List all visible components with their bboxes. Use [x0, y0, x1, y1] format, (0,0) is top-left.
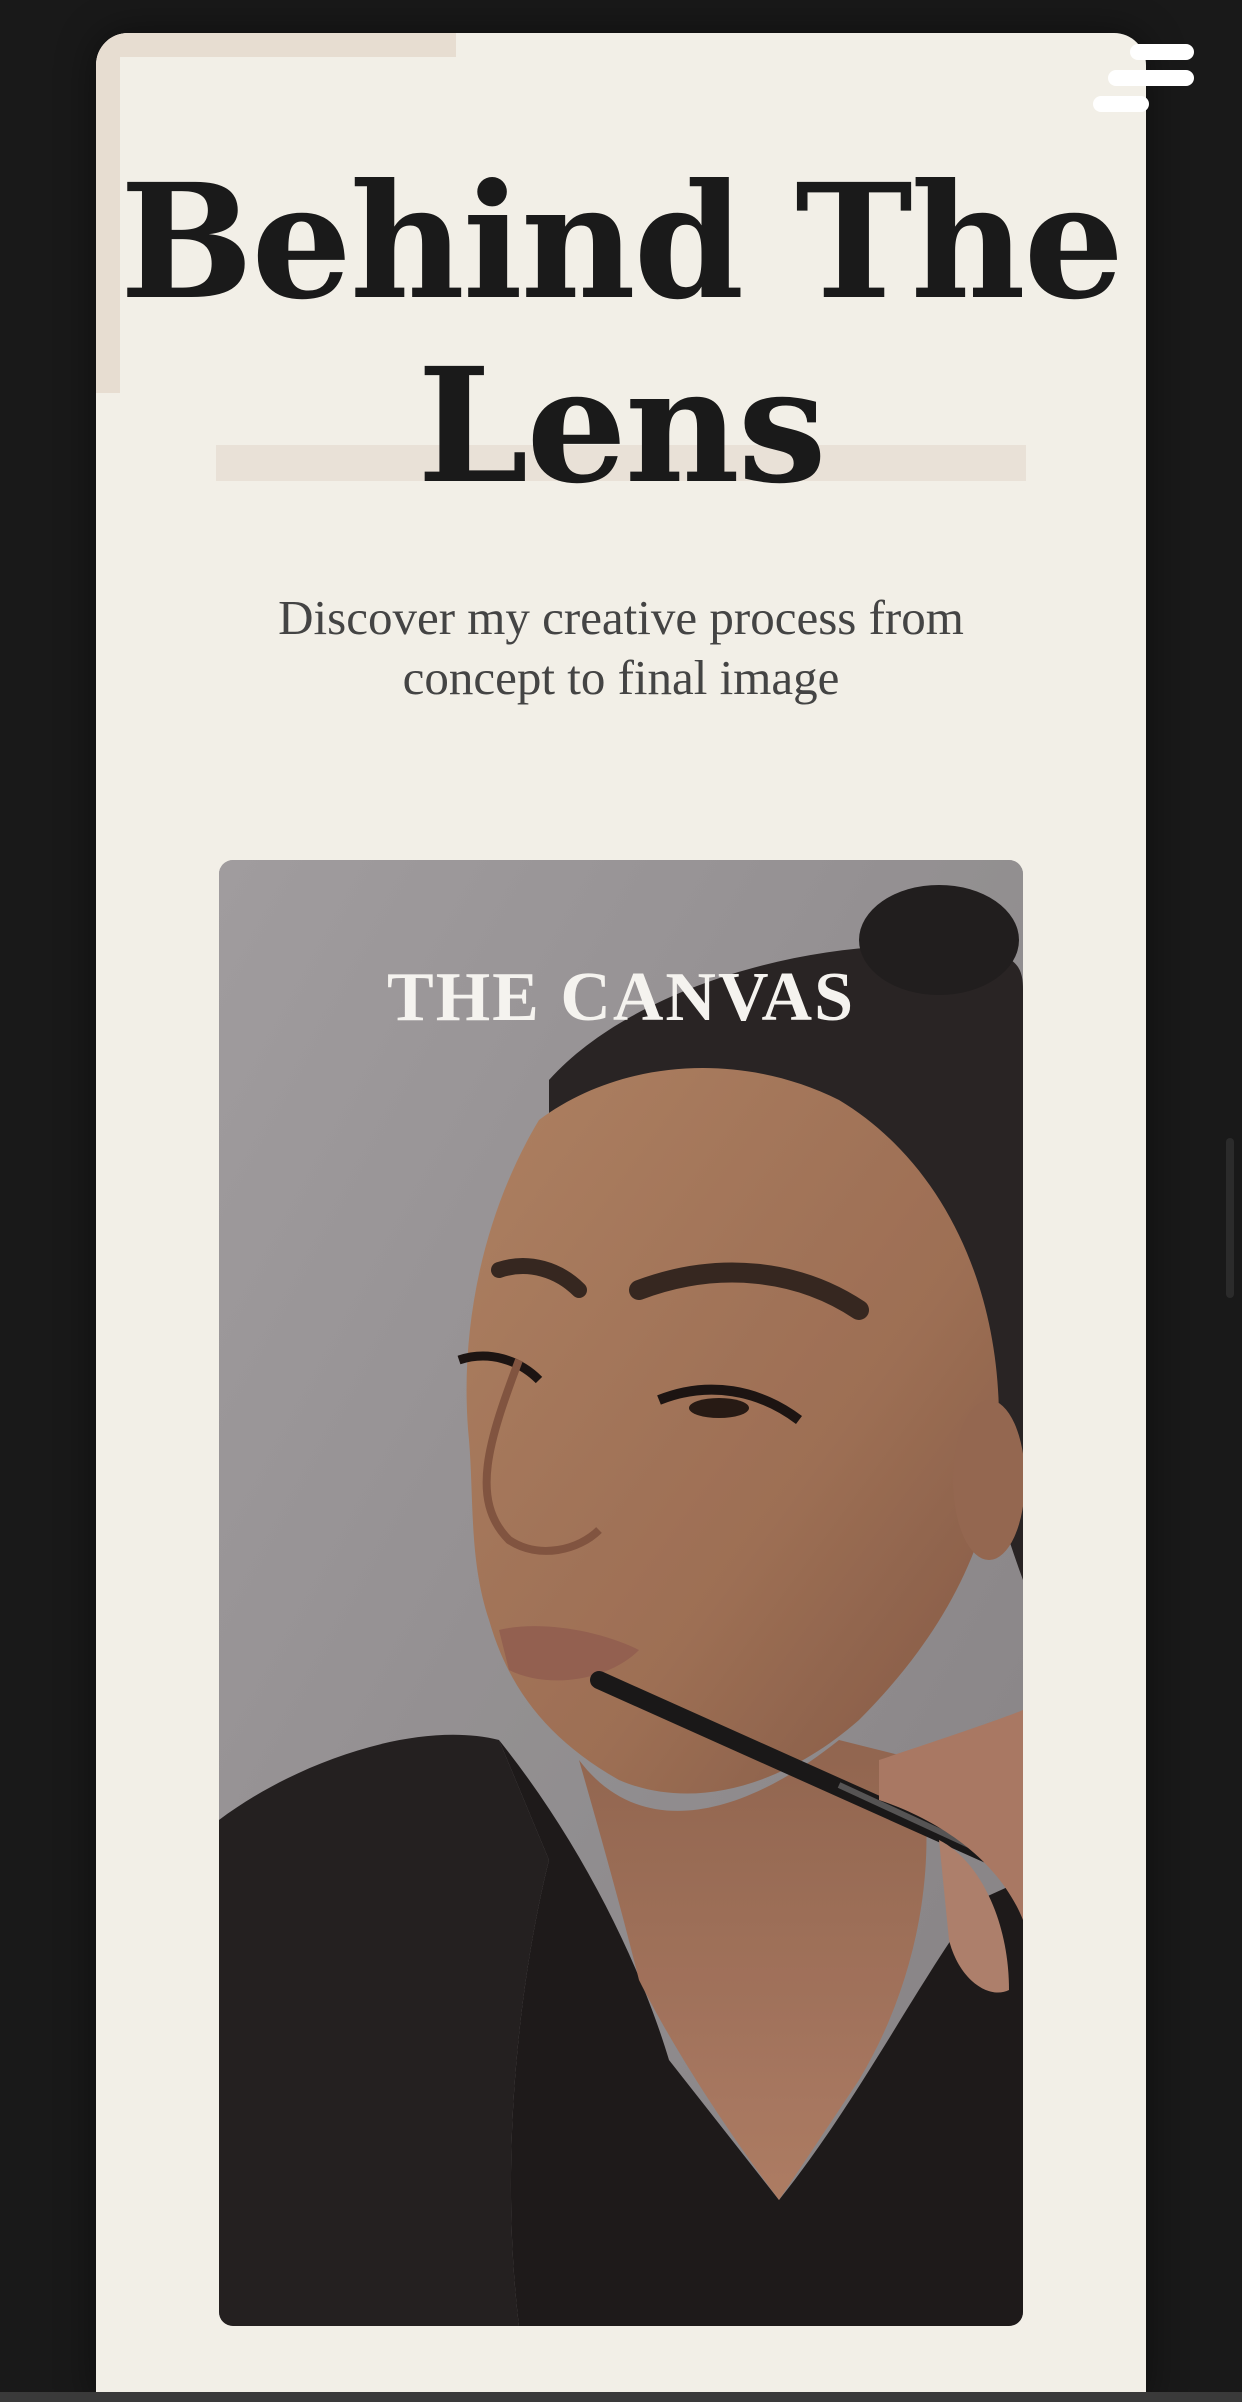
page: Behind The Lens Discover my creative pro… [0, 0, 1242, 2402]
decorative-accent-top [96, 33, 456, 57]
scrollbar[interactable] [1226, 1138, 1234, 1298]
menu-line-top [1130, 44, 1194, 60]
hero-title-line-1: Behind The [119, 150, 1124, 335]
hero-title-line-2: Lens [417, 334, 826, 519]
hero-title: Behind The Lens [96, 151, 1146, 519]
media-card-the-canvas[interactable]: THE CANVAS [219, 860, 1023, 2326]
menu-line-bottom [1093, 96, 1149, 112]
hero-subtitle: Discover my creative process from concep… [278, 590, 964, 705]
hamburger-menu-icon[interactable] [1088, 40, 1198, 120]
menu-line-middle [1108, 70, 1194, 86]
portrait-photo [219, 860, 1023, 2326]
media-card-label: THE CANVAS [387, 959, 855, 1036]
bottom-edge-bar [0, 2392, 1242, 2402]
content-card: Behind The Lens Discover my creative pro… [96, 33, 1146, 2402]
